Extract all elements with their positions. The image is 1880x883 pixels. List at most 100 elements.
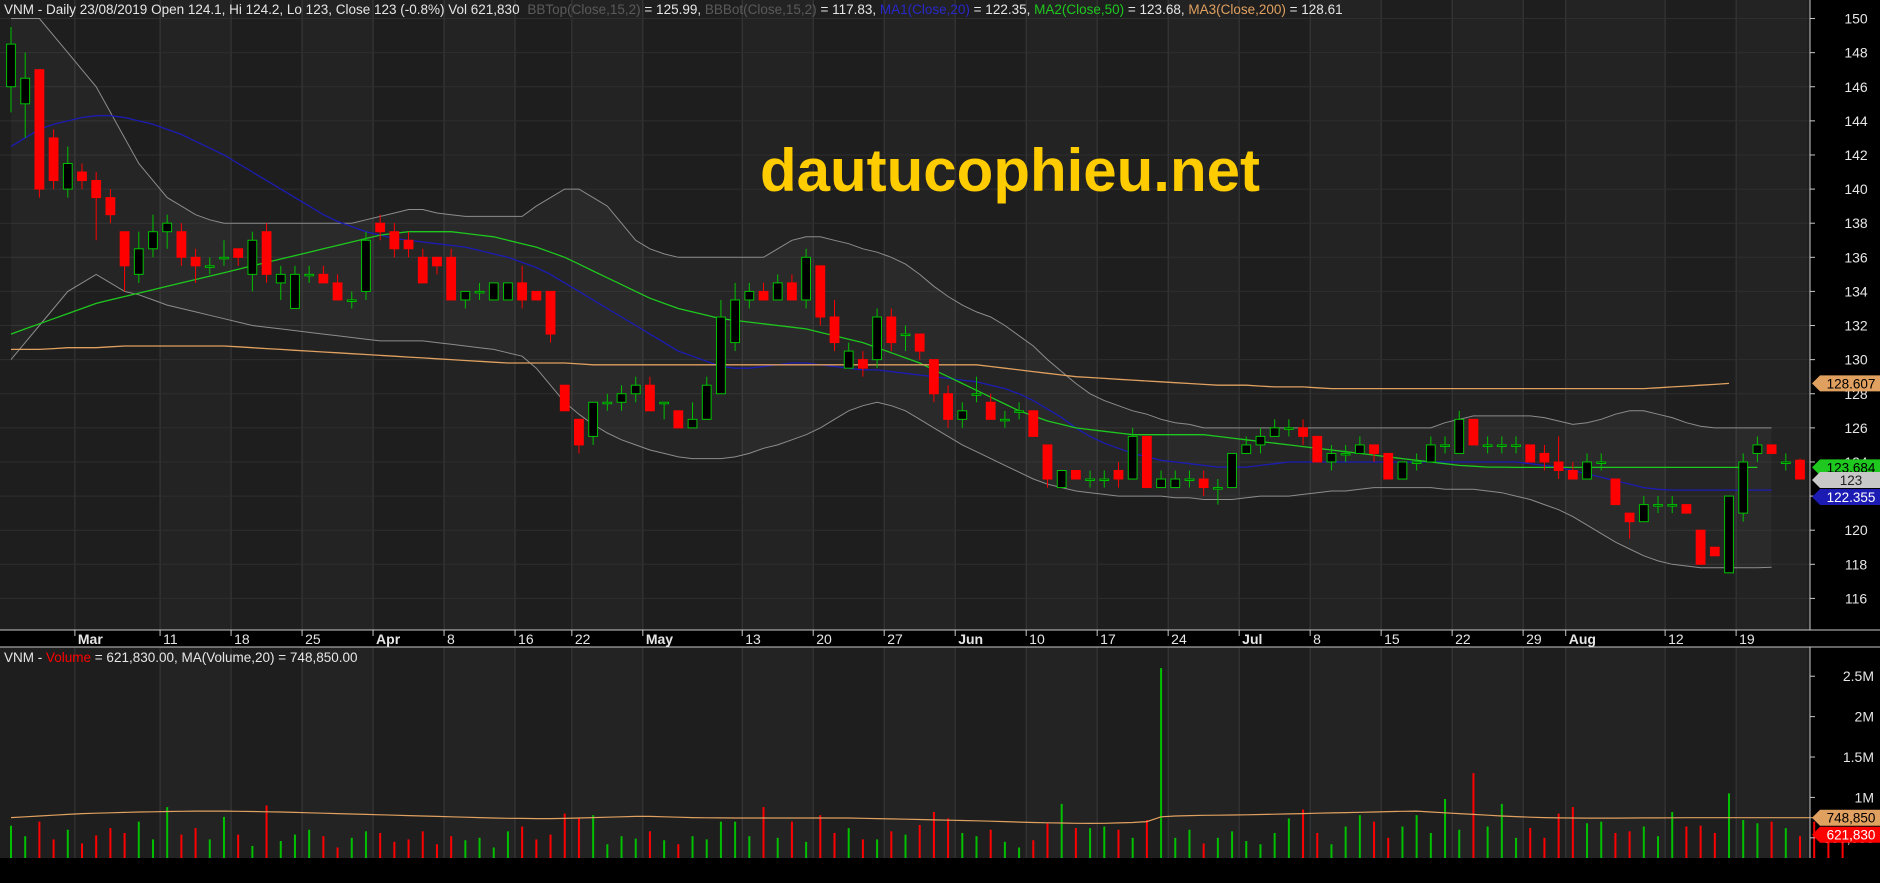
- candle-body: [928, 359, 939, 395]
- candle-body: [772, 282, 783, 301]
- candle-body: [1283, 427, 1294, 430]
- x-tick-label: 12: [1668, 631, 1684, 647]
- x-tick-label: 20: [816, 631, 832, 647]
- candle-body: [1539, 452, 1550, 463]
- candle-body: [488, 282, 499, 301]
- x-tick-label: 24: [1171, 631, 1187, 647]
- candle-body: [701, 384, 712, 420]
- price-y-tick-label: 144: [1844, 113, 1868, 129]
- legend-bbbot-value: = 117.83,: [820, 2, 879, 17]
- candle-body: [162, 222, 173, 233]
- candle-body: [346, 299, 357, 302]
- candle-body: [645, 384, 655, 412]
- candle-body: [403, 239, 414, 250]
- stock-chart: dautucophieu.net 11611812012212412612813…: [0, 0, 1880, 878]
- candle-body: [758, 290, 769, 301]
- candle-body: [247, 239, 258, 275]
- candle-body: [1127, 435, 1138, 480]
- candle-body: [1141, 435, 1152, 489]
- candle-body: [176, 231, 187, 258]
- x-tick-label: 15: [1384, 631, 1400, 647]
- legend-ma1-label: MA1(Close,20): [880, 2, 970, 17]
- volume-legend: VNM - Volume = 621,830.00, MA(Volume,20)…: [4, 650, 358, 665]
- volume-legend-label: Volume: [46, 650, 91, 665]
- candle-body: [1354, 444, 1365, 454]
- x-tick-label: Jul: [1242, 631, 1262, 647]
- candle-body: [48, 137, 59, 182]
- candle-body: [219, 256, 229, 260]
- candle-body: [1567, 470, 1578, 480]
- candle-body: [1681, 504, 1692, 514]
- legend-ma3-value: = 128.61: [1290, 2, 1343, 17]
- candle-body: [503, 282, 513, 301]
- candle-body: [304, 273, 315, 277]
- candle-body: [133, 248, 144, 275]
- volume-shade-band: [302, 647, 373, 858]
- candle-body: [1255, 435, 1266, 446]
- x-tick-label: May: [646, 631, 673, 647]
- candle-body: [1411, 461, 1422, 464]
- volume-shade-band: [1452, 647, 1523, 858]
- price-y-tick-label: 148: [1844, 45, 1868, 61]
- candle-body: [1056, 470, 1067, 489]
- legend-bbtop-label: BBTop(Close,15,2): [527, 2, 640, 17]
- candle-body: [474, 290, 485, 294]
- price-y-tick-label: 126: [1844, 420, 1868, 436]
- candle-body: [318, 273, 329, 284]
- candle-body: [1085, 478, 1095, 482]
- candle-body: [815, 265, 826, 318]
- candle-body: [1709, 546, 1720, 557]
- candle-body: [91, 180, 102, 199]
- candle-body: [34, 69, 45, 190]
- price-badge-label: 128.607: [1827, 376, 1876, 391]
- candle-body: [602, 401, 613, 405]
- candle-body: [1553, 461, 1564, 472]
- volume-badge-label: 621,830: [1827, 828, 1876, 843]
- price-y-tick-label: 142: [1844, 147, 1868, 163]
- candle-body: [730, 299, 741, 344]
- candle-body: [900, 333, 911, 337]
- candle-body: [872, 316, 883, 361]
- x-tick-label: 19: [1739, 631, 1755, 647]
- volume-shade-band: [1168, 647, 1239, 858]
- candle-body: [545, 290, 556, 335]
- candle-body: [290, 273, 300, 309]
- candle-body: [943, 393, 953, 420]
- candle-body: [914, 333, 925, 352]
- candle-body: [1425, 444, 1436, 463]
- price-y-tick-label: 132: [1844, 318, 1868, 334]
- volume-legend-ma: MA(Volume,20) = 748,850.00: [182, 650, 358, 665]
- candle-body: [446, 256, 457, 301]
- candle-body: [1795, 459, 1805, 480]
- volume-shade-band: [742, 647, 813, 858]
- price-y-tick-label: 134: [1844, 283, 1868, 299]
- candle-body: [1653, 504, 1663, 507]
- candle-body: [275, 273, 286, 284]
- volume-shade-band: [444, 647, 515, 858]
- candle-body: [1638, 504, 1649, 523]
- price-y-tick-label: 140: [1844, 181, 1868, 197]
- candle-body: [1312, 435, 1323, 463]
- candle-body: [1624, 512, 1635, 523]
- volume-y-tick-label: 1.5M: [1843, 749, 1874, 765]
- candle-body: [1496, 444, 1507, 447]
- price-badge-label: 122.355: [1827, 490, 1876, 505]
- candle-body: [517, 282, 528, 301]
- candle-body: [190, 256, 201, 267]
- candle-body: [1369, 444, 1379, 454]
- candle-body: [62, 163, 73, 190]
- candle-body: [1752, 444, 1763, 454]
- candle-body: [233, 248, 244, 258]
- volume-y-tick-label: 2M: [1855, 709, 1874, 725]
- candle-body: [417, 256, 428, 284]
- candle-body: [801, 256, 812, 301]
- candle-body: [1070, 470, 1081, 480]
- candle-body: [687, 418, 698, 429]
- legend-ma3-label: MA3(Close,200): [1188, 2, 1286, 17]
- candle-body: [1440, 444, 1450, 447]
- candle-body: [971, 393, 982, 396]
- candle-body: [1014, 410, 1024, 413]
- candle-body: [148, 231, 158, 250]
- legend-ma2-label: MA2(Close,50): [1034, 2, 1124, 17]
- candle-body: [332, 282, 343, 301]
